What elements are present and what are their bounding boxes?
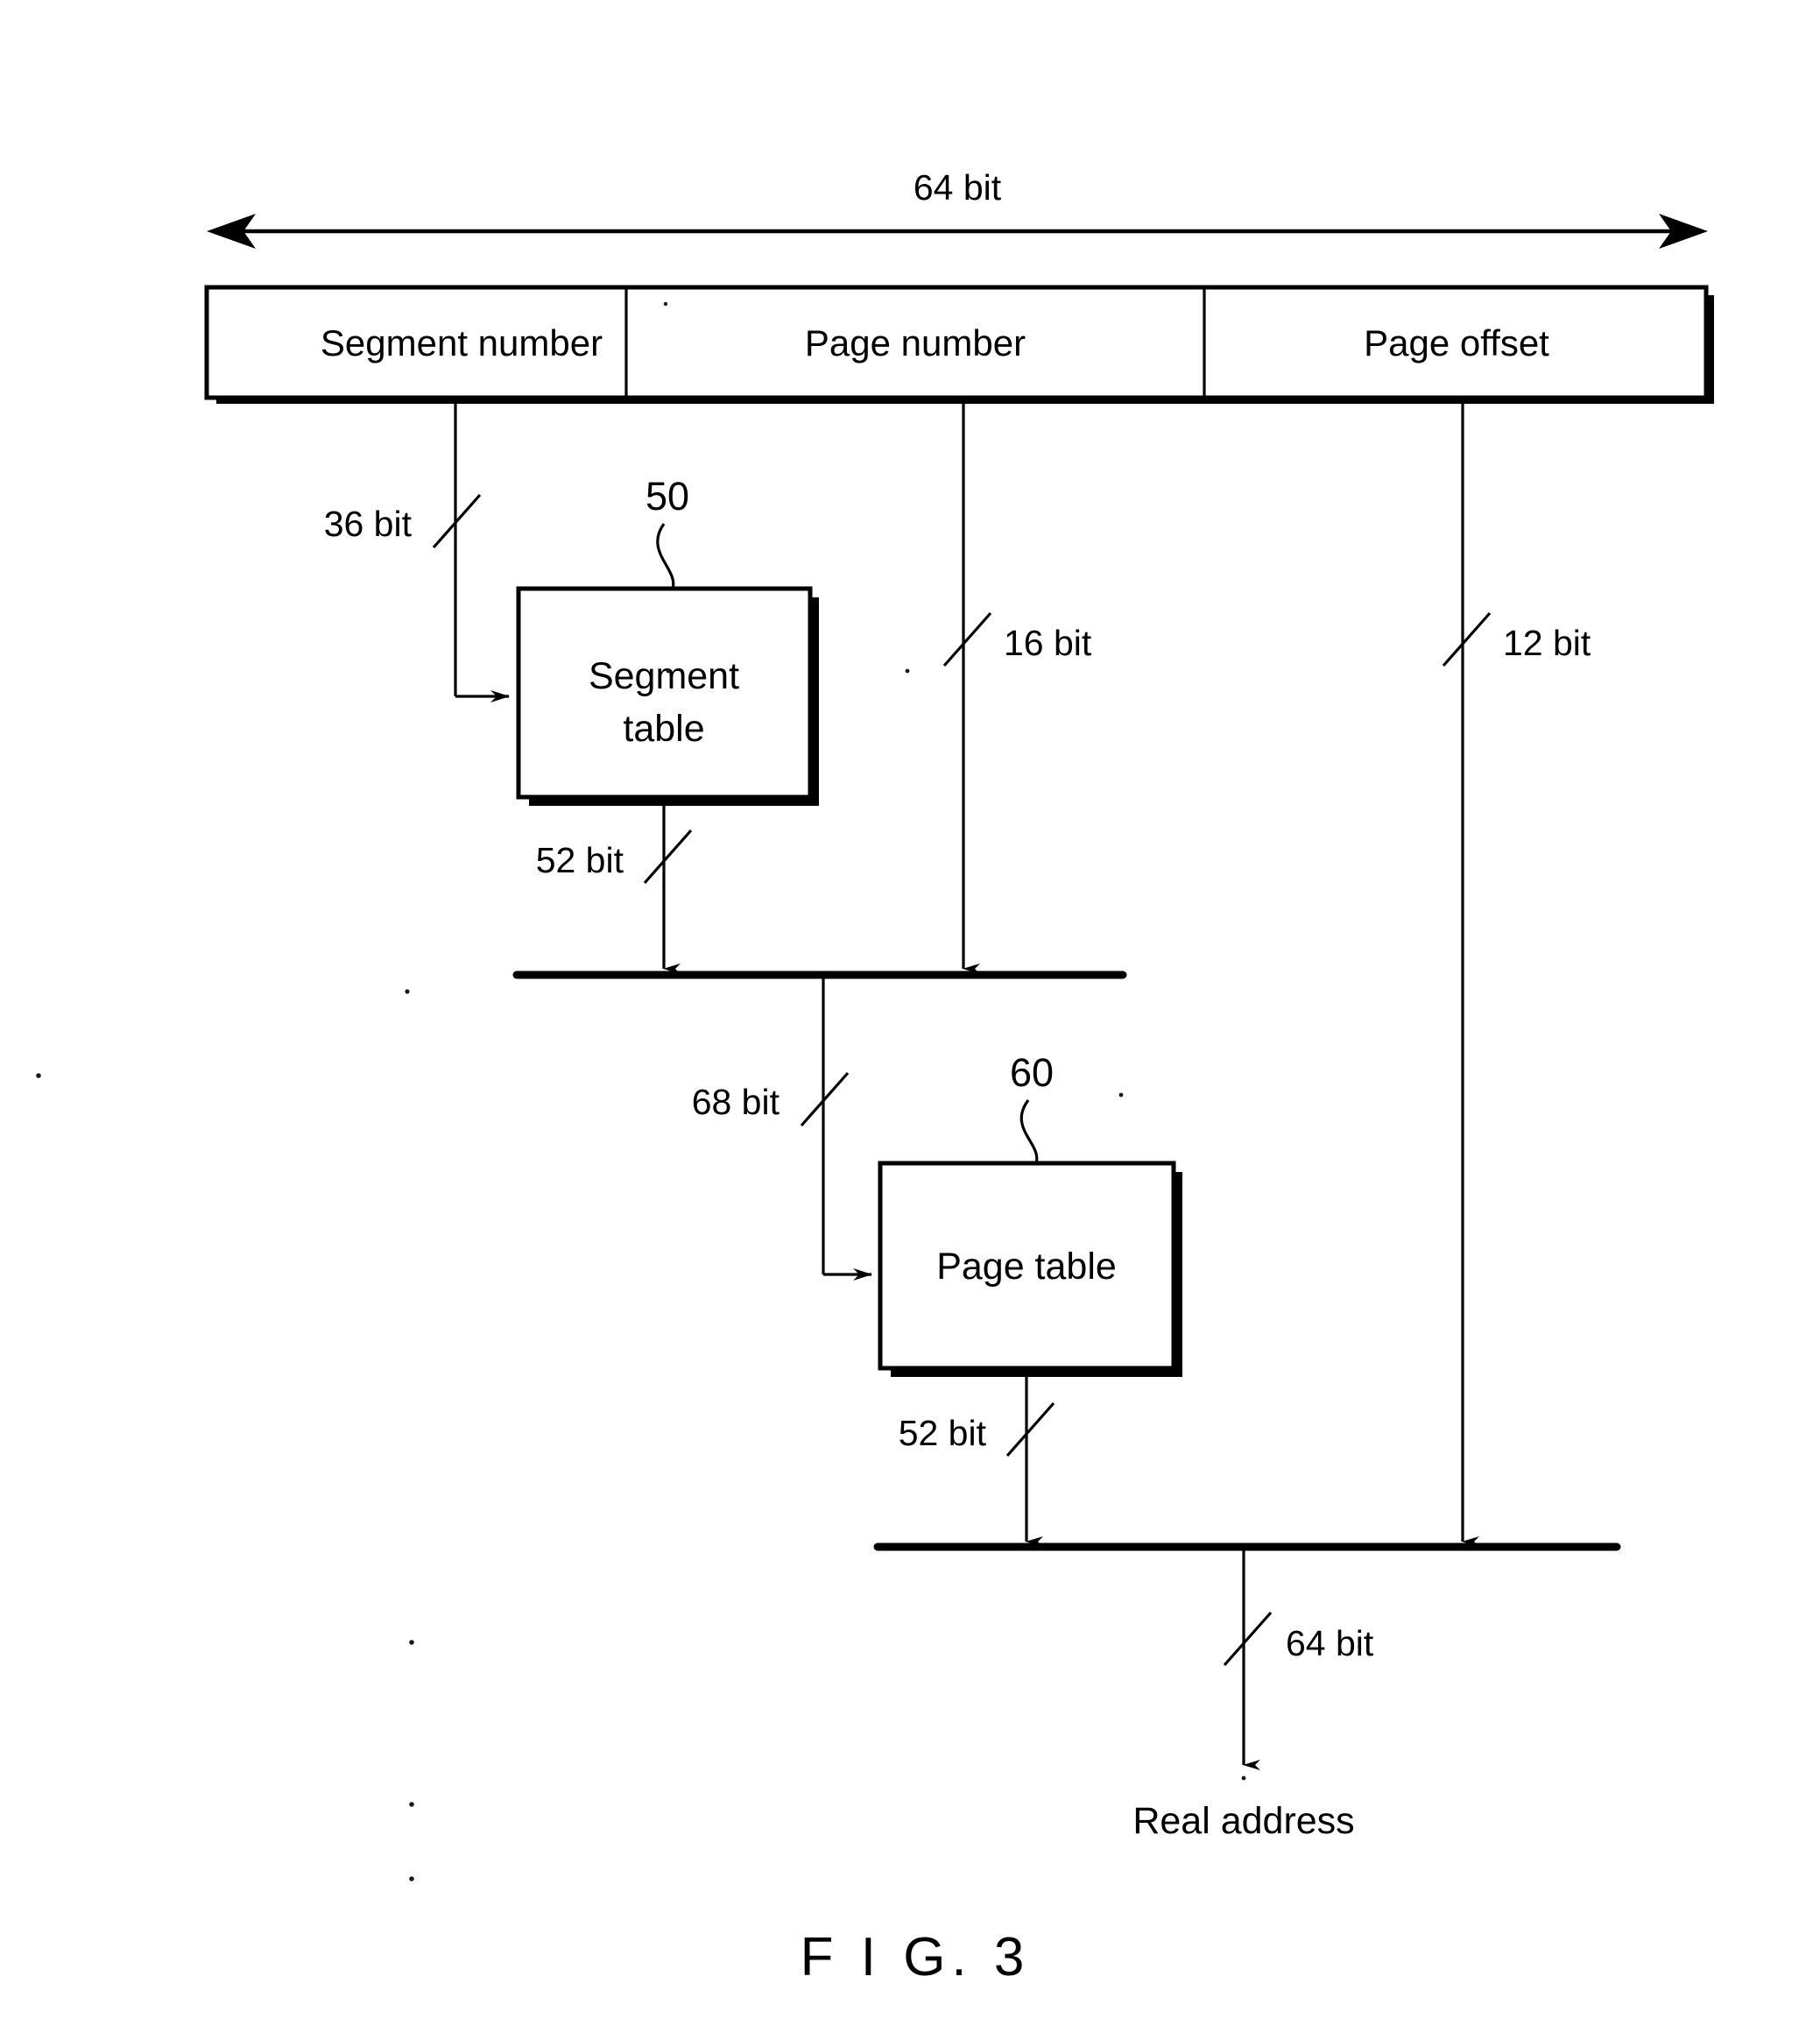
- bit-slash-page-index: [942, 611, 992, 667]
- segment-table-output-path: [643, 799, 693, 974]
- page-table-output-path: [1005, 1370, 1055, 1547]
- bit-label-real-address-out: 64 bit: [1286, 1623, 1374, 1663]
- field-label-page-number: Page number: [805, 322, 1026, 364]
- bit-label-page-offset: 12 bit: [1503, 623, 1591, 663]
- segment-table-label-line2: table: [623, 708, 704, 750]
- page-table-input-path: [800, 978, 872, 1281]
- page-table-label-line1: Page table: [936, 1246, 1117, 1288]
- reference-numeral-50: 50: [645, 474, 689, 519]
- segment-number-path: [432, 399, 510, 702]
- total-width-arrow: [207, 214, 1708, 249]
- real-address-output-path: [1223, 1549, 1273, 1770]
- bit-label-segment-index: 36 bit: [324, 504, 413, 544]
- bit-label-page-table-out: 52 bit: [899, 1413, 987, 1453]
- bit-label-page-index: 16 bit: [1004, 623, 1092, 663]
- bit-slash-page-table-out: [1005, 1401, 1055, 1458]
- bit-label-page-table-in: 68 bit: [692, 1082, 780, 1122]
- field-label-segment-number: Segment number: [321, 322, 603, 364]
- real-address-label: Real address: [1132, 1800, 1354, 1842]
- bit-label-segment-table-out: 52 bit: [536, 840, 624, 880]
- page-offset-path: [1442, 399, 1492, 1547]
- scan-artifacts: [36, 301, 1246, 1881]
- bit-slash-page-offset: [1442, 611, 1492, 667]
- patent-figure-3: 64 bit Segment number Page number Page o…: [0, 0, 1820, 2040]
- segment-table-label-line1: Segment: [589, 655, 739, 697]
- segment-table-block: [516, 586, 819, 806]
- bit-slash-real-address-out: [1223, 1611, 1273, 1667]
- page-number-path: [942, 399, 992, 974]
- bit-slash-segment-table-out: [643, 829, 693, 885]
- leader-line-50: [656, 523, 675, 589]
- leader-line-60: [1019, 1099, 1039, 1164]
- total-width-label: 64 bit: [914, 167, 1002, 208]
- field-label-page-offset: Page offset: [1364, 322, 1549, 364]
- figure-caption: F I G. 3: [801, 1927, 1031, 1987]
- reference-numeral-60: 60: [1010, 1050, 1054, 1095]
- figure-canvas: 64 bit Segment number Page number Page o…: [36, 167, 1714, 1987]
